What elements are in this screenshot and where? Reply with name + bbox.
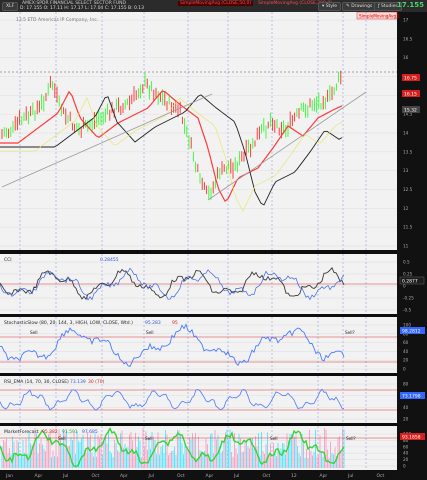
time-axis-label-4: Apr	[120, 473, 128, 479]
time-axis-label-12: Jul	[347, 473, 353, 479]
pane2-value: 0.2877	[402, 279, 418, 285]
pane2-label: CCI	[4, 257, 12, 263]
price-label-0: 16.75	[404, 76, 417, 82]
pane3-axis-tick-2: 60	[403, 340, 409, 345]
style-button[interactable]: ▾ Style	[318, 2, 342, 11]
pane3-sell-marker-0: Sell	[30, 330, 38, 335]
main-axis-tick-0: 17	[403, 18, 409, 23]
pane3-axis-tick-5: 0	[403, 367, 406, 372]
time-axis-label-0: Jan	[5, 473, 13, 479]
pane2-value-tag: 0.28455	[100, 257, 119, 263]
pane3-sell-marker-1: Sell	[146, 330, 154, 335]
main-axis-tick-6: 14	[403, 131, 409, 136]
pane5-sell-marker-1: Sell	[145, 436, 153, 441]
pane3-value: 98.2812	[402, 329, 421, 335]
style-icon: ▾	[322, 4, 325, 9]
time-axis-label-3: Oct	[92, 473, 100, 479]
time-axis-label-13: Oct	[377, 473, 385, 479]
pane4-value-tag-b: 30 (70)	[88, 379, 105, 385]
chart-application: XLF AMEX:SPDR FINANCIAL SELECT SECTOR FU…	[0, 0, 427, 480]
pane2-axis-tick-3: -0.25	[403, 296, 414, 301]
pane2-axis-tick-1: 0.25	[403, 272, 413, 277]
pane5-axis-tick-5: 0	[403, 464, 406, 469]
pane5-value-tag-0: 95.382	[42, 429, 58, 435]
time-axis-label-9: Oct	[263, 473, 271, 479]
ohlc-readout: D: 17.155 O: 17.11 H: 17.17 L: 17.04 C: …	[20, 6, 145, 11]
main-axis-tick-11: 11.5	[403, 225, 413, 230]
main-axis-tick-7: 13.5	[403, 149, 413, 154]
pane5-value-tag-1: 91.591	[62, 429, 78, 435]
main-axis-tick-1: 16.5	[403, 36, 413, 41]
main-axis-tick-12: 11	[403, 244, 409, 249]
pane3-value-tag-a: 95.283	[145, 320, 161, 326]
pane4-axis-tick-2: 40	[403, 405, 409, 410]
pane5-sell-marker-0: Sell	[58, 436, 66, 441]
time-axis-label-2: Jul	[62, 473, 68, 479]
pane4-axis-tick-3: 20	[403, 417, 409, 422]
right-axis-bg	[397, 12, 427, 480]
price-label-2: 15.32	[404, 108, 417, 114]
main-pane-bg	[0, 12, 397, 250]
pane5-label: MarketForecast	[4, 429, 39, 435]
studies-icon: ƒ	[378, 4, 380, 9]
pane3-value-tag-b: 95	[172, 320, 178, 326]
pane4-axis-tick-0: 80	[403, 382, 409, 387]
main-axis-tick-2: 16	[403, 55, 409, 60]
pane3-axis-tick-4: 20	[403, 358, 409, 363]
pane5-sell-marker-2: Sell	[270, 436, 278, 441]
price-chart[interactable]: 13.5 ETD Americas IP Company, Inc. Simpl…	[0, 12, 427, 480]
main-axis-tick-10: 12	[403, 206, 409, 211]
pane4-value: 73.1798	[402, 394, 421, 400]
pane4-label: RSI_EMA (14, 70, 30, CLOSE)	[4, 379, 69, 385]
drawings-icon: ✎	[346, 4, 350, 9]
pane4-value-tag-a: 73.139	[70, 379, 86, 385]
time-axis-label-1: Apr	[35, 473, 43, 479]
time-axis-label-6: Oct	[177, 473, 185, 479]
pane5-sell-marker-3: Sell?	[346, 436, 356, 441]
legend-tag: SimpleMovingAvg 1	[359, 14, 401, 19]
pane5-value-tag-2: 97.685	[82, 429, 98, 435]
time-axis-label-11: Apr	[320, 473, 328, 479]
main-axis-tick-9: 12.5	[403, 187, 413, 192]
pane3-sell-marker-2: Sell?	[345, 330, 355, 335]
main-axis-tick-8: 13	[403, 168, 409, 173]
price-label-1: 16.15	[404, 92, 417, 98]
pane5-axis-tick-4: 20	[403, 457, 409, 462]
study-tag-sma50[interactable]: SimpleMovingAvg (CLOSE,50,0)	[178, 1, 254, 6]
pane5-value: 93.1858	[402, 435, 421, 441]
pane3-axis-tick-0: 100	[403, 323, 411, 328]
pane5-axis-tick-3: 40	[403, 451, 409, 456]
symbol-box[interactable]: XLF	[2, 2, 19, 11]
time-axis-label-10: 12	[291, 473, 297, 479]
pane3-axis-tick-3: 40	[403, 349, 409, 354]
time-axis-label-8: Jul	[233, 473, 239, 479]
drawings-button[interactable]: ✎ Drawings	[342, 2, 377, 11]
time-axis-label-7: Apr	[206, 473, 214, 479]
pane2-axis-tick-4: -0.5	[403, 308, 412, 313]
last-price: 17.155	[396, 1, 424, 9]
pane3-label: StochasticSlow (80, 20, 144, 3, HIGH, LO…	[4, 320, 133, 326]
time-axis-label-5: Jul	[148, 473, 154, 479]
pane2-axis-tick-0: 0.5	[403, 260, 410, 265]
pane5-axis-tick-2: 60	[403, 444, 409, 449]
